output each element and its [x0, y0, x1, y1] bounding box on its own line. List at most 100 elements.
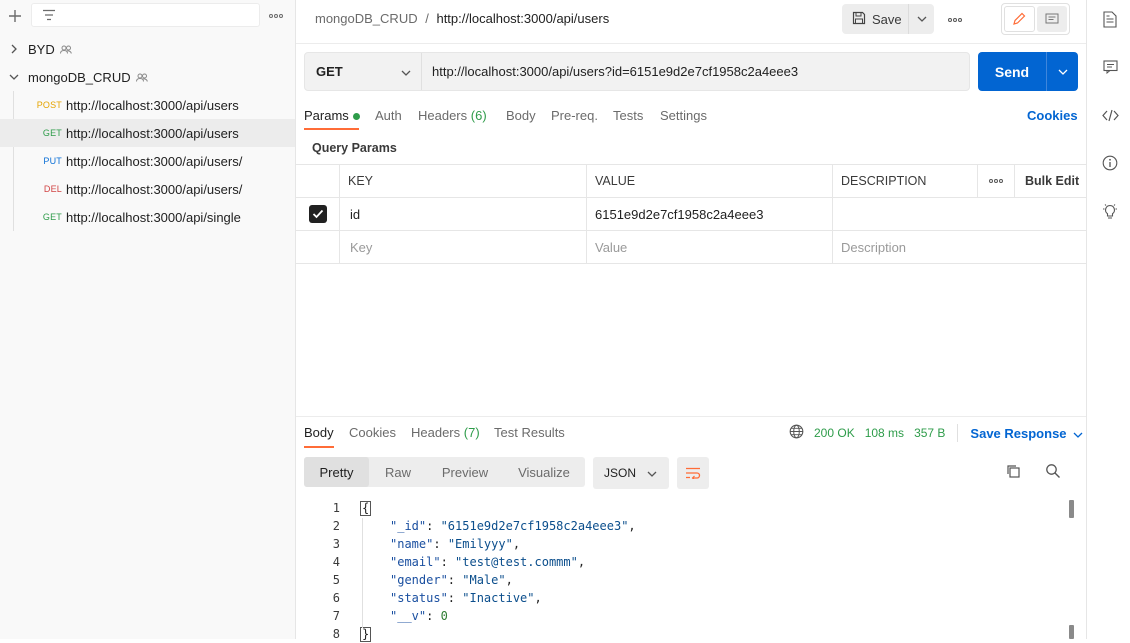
method-badge: PUT — [43, 156, 62, 166]
tab-body[interactable]: Body — [506, 108, 536, 123]
param-value[interactable]: 6151e9d2e7cf1958c2a4eee3 — [587, 198, 833, 230]
documentation-icon[interactable] — [1101, 10, 1119, 28]
send-button[interactable]: Send — [978, 52, 1046, 91]
tab-settings[interactable]: Settings — [660, 108, 707, 123]
bulk-edit-button[interactable]: Bulk Edit — [1015, 165, 1086, 197]
code-line: 1 { — [296, 499, 1076, 517]
status-code[interactable]: 200 OK — [814, 426, 855, 440]
json-colon: : — [426, 519, 441, 533]
code-snippet-icon[interactable] — [1101, 106, 1119, 124]
description-col-header: DESCRIPTION — [833, 165, 978, 197]
json-value: "Male" — [462, 573, 506, 587]
column-options-icon[interactable] — [978, 165, 1015, 197]
collection-name: mongoDB_CRUD — [28, 69, 131, 85]
breadcrumb-request[interactable]: http://localhost:3000/api/users — [436, 11, 609, 26]
json-value: "test@test.commm" — [455, 555, 578, 569]
view-tab-raw[interactable]: Raw — [369, 457, 427, 487]
more-actions-icon[interactable] — [948, 10, 962, 25]
request-url: http://localhost:3000/api/single — [66, 209, 241, 225]
tab-count: (7) — [463, 425, 480, 440]
save-button[interactable]: Save — [842, 4, 908, 34]
sidebar-request-item-active[interactable]: GET http://localhost:3000/api/users — [0, 119, 295, 147]
save-options-chevron-icon[interactable] — [908, 4, 934, 34]
url-input[interactable]: http://localhost:3000/api/users?id=6151e… — [422, 64, 952, 79]
scrollbar-thumb[interactable] — [1069, 625, 1074, 639]
sidebar: BYD mongoDB_CRUD POST http://localhost:3… — [0, 0, 296, 639]
sidebar-request-item[interactable]: DEL http://localhost:3000/api/users/ — [0, 175, 295, 203]
response-tab-cookies[interactable]: Cookies — [349, 425, 396, 440]
tab-tests[interactable]: Tests — [613, 108, 643, 123]
sidebar-filter-input[interactable] — [31, 3, 260, 27]
active-tab-indicator — [304, 128, 359, 130]
response-code-view[interactable]: 1 { 2 "_id": "6151e9d2e7cf1958c2a4eee3",… — [296, 499, 1086, 642]
tab-count: (6) — [470, 108, 487, 123]
checkbox-col-header — [296, 165, 340, 197]
code-line: 7 "__v": 0 — [296, 607, 1076, 625]
response-size[interactable]: 357 B — [914, 426, 945, 440]
breadcrumb-separator: / — [425, 11, 429, 26]
response-time[interactable]: 108 ms — [865, 426, 904, 440]
view-tab-preview[interactable]: Preview — [427, 457, 503, 487]
json-colon: : — [440, 555, 456, 569]
tab-prereq[interactable]: Pre-req. — [551, 108, 598, 123]
json-key: "_id" — [390, 519, 427, 533]
param-description[interactable] — [833, 198, 1086, 230]
method-badge: POST — [36, 100, 62, 110]
response-tab-body[interactable]: Body — [304, 425, 334, 440]
json-key: "name" — [390, 537, 434, 551]
info-icon[interactable] — [1101, 154, 1119, 172]
search-icon[interactable] — [1045, 463, 1061, 482]
sidebar-request-item[interactable]: POST http://localhost:3000/api/users — [0, 91, 295, 119]
value-col-header: VALUE — [587, 165, 833, 197]
cookies-link[interactable]: Cookies — [1027, 108, 1078, 123]
json-colon: : — [433, 537, 448, 551]
json-comma: , — [512, 537, 521, 551]
param-checkbox[interactable] — [296, 198, 340, 230]
lightbulb-icon[interactable] — [1101, 202, 1119, 220]
view-tab-visualize[interactable]: Visualize — [503, 457, 585, 487]
sidebar-request-item[interactable]: GET http://localhost:3000/api/single — [0, 203, 295, 231]
collection-mongodb-crud[interactable]: mongoDB_CRUD — [0, 63, 295, 91]
method-select[interactable]: GET — [305, 53, 422, 90]
brace-open: { — [360, 500, 372, 516]
view-tab-pretty[interactable]: Pretty — [304, 457, 369, 487]
breadcrumb-collection[interactable]: mongoDB_CRUD — [315, 11, 418, 26]
response-divider[interactable] — [296, 416, 1086, 417]
method-badge: DEL — [43, 184, 62, 194]
code-text: "email": "test@test.commm", — [390, 555, 585, 569]
send-options-chevron-icon[interactable] — [1046, 52, 1078, 91]
tab-params[interactable]: Params — [304, 108, 360, 123]
key-placeholder[interactable]: Key — [340, 231, 587, 263]
copy-icon[interactable] — [1005, 463, 1021, 482]
code-text: "gender": "Male", — [390, 573, 513, 587]
response-tab-test-results[interactable]: Test Results — [494, 425, 565, 440]
code-line: 4 "email": "test@test.commm", — [296, 553, 1076, 571]
wrap-lines-icon[interactable] — [677, 457, 709, 489]
people-icon — [59, 42, 72, 57]
request-url: http://localhost:3000/api/users/ — [66, 153, 243, 169]
more-icon[interactable] — [266, 6, 286, 26]
line-number: 1 — [332, 501, 340, 515]
save-response-button[interactable]: Save Response — [970, 426, 1082, 441]
edit-pencil-icon[interactable] — [1004, 6, 1035, 32]
description-placeholder[interactable]: Description — [833, 231, 1086, 263]
empty-checkbox-cell — [296, 231, 340, 263]
json-colon: : — [426, 609, 441, 623]
comments-icon[interactable] — [1101, 58, 1119, 76]
format-select[interactable]: JSON — [593, 457, 669, 489]
collection-byd[interactable]: BYD — [0, 35, 295, 63]
response-tab-headers[interactable]: Headers (7) — [411, 425, 480, 440]
url-bar: GET http://localhost:3000/api/users?id=6… — [304, 52, 970, 91]
new-icon[interactable] — [5, 6, 25, 26]
globe-icon[interactable] — [789, 424, 804, 442]
tab-headers[interactable]: Headers (6) — [418, 108, 487, 123]
value-placeholder[interactable]: Value — [587, 231, 833, 263]
json-comma: , — [628, 519, 636, 533]
tab-auth[interactable]: Auth — [375, 108, 402, 123]
param-key[interactable]: id — [340, 198, 587, 230]
sidebar-request-item[interactable]: PUT http://localhost:3000/api/users/ — [0, 147, 295, 175]
scrollbar-thumb[interactable] — [1069, 500, 1074, 518]
comment-icon[interactable] — [1036, 6, 1067, 32]
code-line: 6 "status": "Inactive", — [296, 589, 1076, 607]
format-value: JSON — [604, 466, 637, 480]
